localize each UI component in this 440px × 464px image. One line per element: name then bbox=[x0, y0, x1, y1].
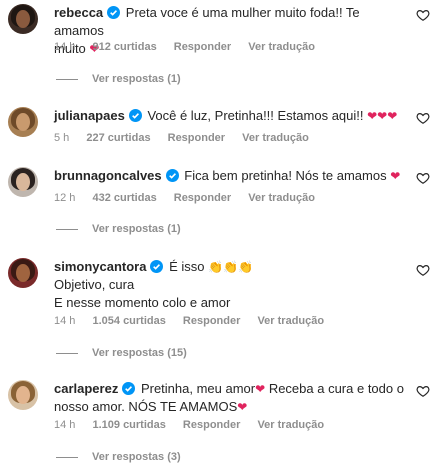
avatar[interactable] bbox=[8, 258, 38, 288]
view-replies-button[interactable]: Ver respostas (1) bbox=[56, 72, 181, 86]
comment-text: brunnagoncalves Fica bem pretinha! Nós t… bbox=[54, 168, 401, 183]
comment-text: simonycantora É isso 👏👏👏 Objetivo, cura … bbox=[54, 259, 253, 310]
replies-divider bbox=[56, 78, 78, 80]
avatar[interactable] bbox=[8, 380, 38, 410]
avatar[interactable] bbox=[8, 167, 38, 197]
username[interactable]: julianapaes bbox=[54, 108, 125, 123]
heart-emoji: ❤❤❤ bbox=[367, 109, 398, 123]
comment-meta: 12 h 432 curtidas Responder Ver tradução bbox=[54, 191, 329, 205]
username[interactable]: brunnagoncalves bbox=[54, 168, 162, 183]
replies-divider bbox=[56, 352, 78, 354]
heart-emoji: ❤ bbox=[255, 382, 266, 396]
heart-like-icon[interactable] bbox=[416, 171, 430, 185]
verified-badge-icon bbox=[122, 382, 136, 395]
username[interactable]: rebecca bbox=[54, 5, 103, 20]
comment-text: julianapaes Você é luz, Pretinha!!! Esta… bbox=[54, 108, 398, 123]
translate-button[interactable]: Ver tradução bbox=[248, 192, 315, 204]
avatar[interactable] bbox=[8, 4, 38, 34]
view-replies-button[interactable]: Ver respostas (15) bbox=[56, 346, 187, 360]
verified-badge-icon bbox=[150, 260, 164, 273]
like-count[interactable]: 1.054 curtidas bbox=[92, 315, 165, 327]
like-count[interactable]: 1.109 curtidas bbox=[92, 419, 165, 431]
heart-like-icon[interactable] bbox=[416, 263, 430, 277]
heart-like-icon[interactable] bbox=[416, 111, 430, 125]
verified-badge-icon bbox=[165, 169, 179, 182]
replies-divider bbox=[56, 228, 78, 230]
translate-button[interactable]: Ver tradução bbox=[242, 132, 309, 144]
reply-button[interactable]: Responder bbox=[174, 41, 231, 53]
comment-text: carlaperez Pretinha, meu amor❤ Receba a … bbox=[54, 381, 404, 414]
comment-meta: 14 h 912 curtidas Responder Ver tradução bbox=[54, 40, 329, 54]
comment-time: 14 h bbox=[54, 315, 76, 327]
replies-divider bbox=[56, 456, 78, 458]
view-replies-button[interactable]: Ver respostas (3) bbox=[56, 450, 181, 464]
verified-badge-icon bbox=[128, 109, 142, 122]
clapping-hands-emoji: 👏👏👏 bbox=[208, 260, 253, 274]
heart-emoji: ❤ bbox=[390, 169, 401, 183]
comment-meta: 5 h 227 curtidas Responder Ver tradução bbox=[54, 131, 323, 145]
like-count[interactable]: 432 curtidas bbox=[92, 192, 156, 204]
view-replies-button[interactable]: Ver respostas (1) bbox=[56, 222, 181, 236]
like-count[interactable]: 227 curtidas bbox=[86, 132, 150, 144]
like-count[interactable]: 912 curtidas bbox=[92, 41, 156, 53]
reply-button[interactable]: Responder bbox=[174, 192, 231, 204]
translate-button[interactable]: Ver tradução bbox=[257, 419, 324, 431]
username[interactable]: carlaperez bbox=[54, 381, 118, 396]
comment-time: 12 h bbox=[54, 192, 76, 204]
verified-badge-icon bbox=[107, 6, 121, 19]
comment-time: 14 h bbox=[54, 41, 76, 53]
heart-like-icon[interactable] bbox=[416, 8, 430, 22]
translate-button[interactable]: Ver tradução bbox=[257, 315, 324, 327]
comment-meta: 14 h 1.109 curtidas Responder Ver traduç… bbox=[54, 418, 338, 432]
comment-meta: 14 h 1.054 curtidas Responder Ver traduç… bbox=[54, 314, 338, 328]
reply-button[interactable]: Responder bbox=[168, 132, 225, 144]
heart-emoji: ❤ bbox=[237, 400, 248, 414]
comment-time: 14 h bbox=[54, 419, 76, 431]
reply-button[interactable]: Responder bbox=[183, 419, 240, 431]
comment-time: 5 h bbox=[54, 132, 70, 144]
heart-like-icon[interactable] bbox=[416, 384, 430, 398]
reply-button[interactable]: Responder bbox=[183, 315, 240, 327]
username[interactable]: simonycantora bbox=[54, 259, 146, 274]
avatar[interactable] bbox=[8, 107, 38, 137]
translate-button[interactable]: Ver tradução bbox=[248, 41, 315, 53]
